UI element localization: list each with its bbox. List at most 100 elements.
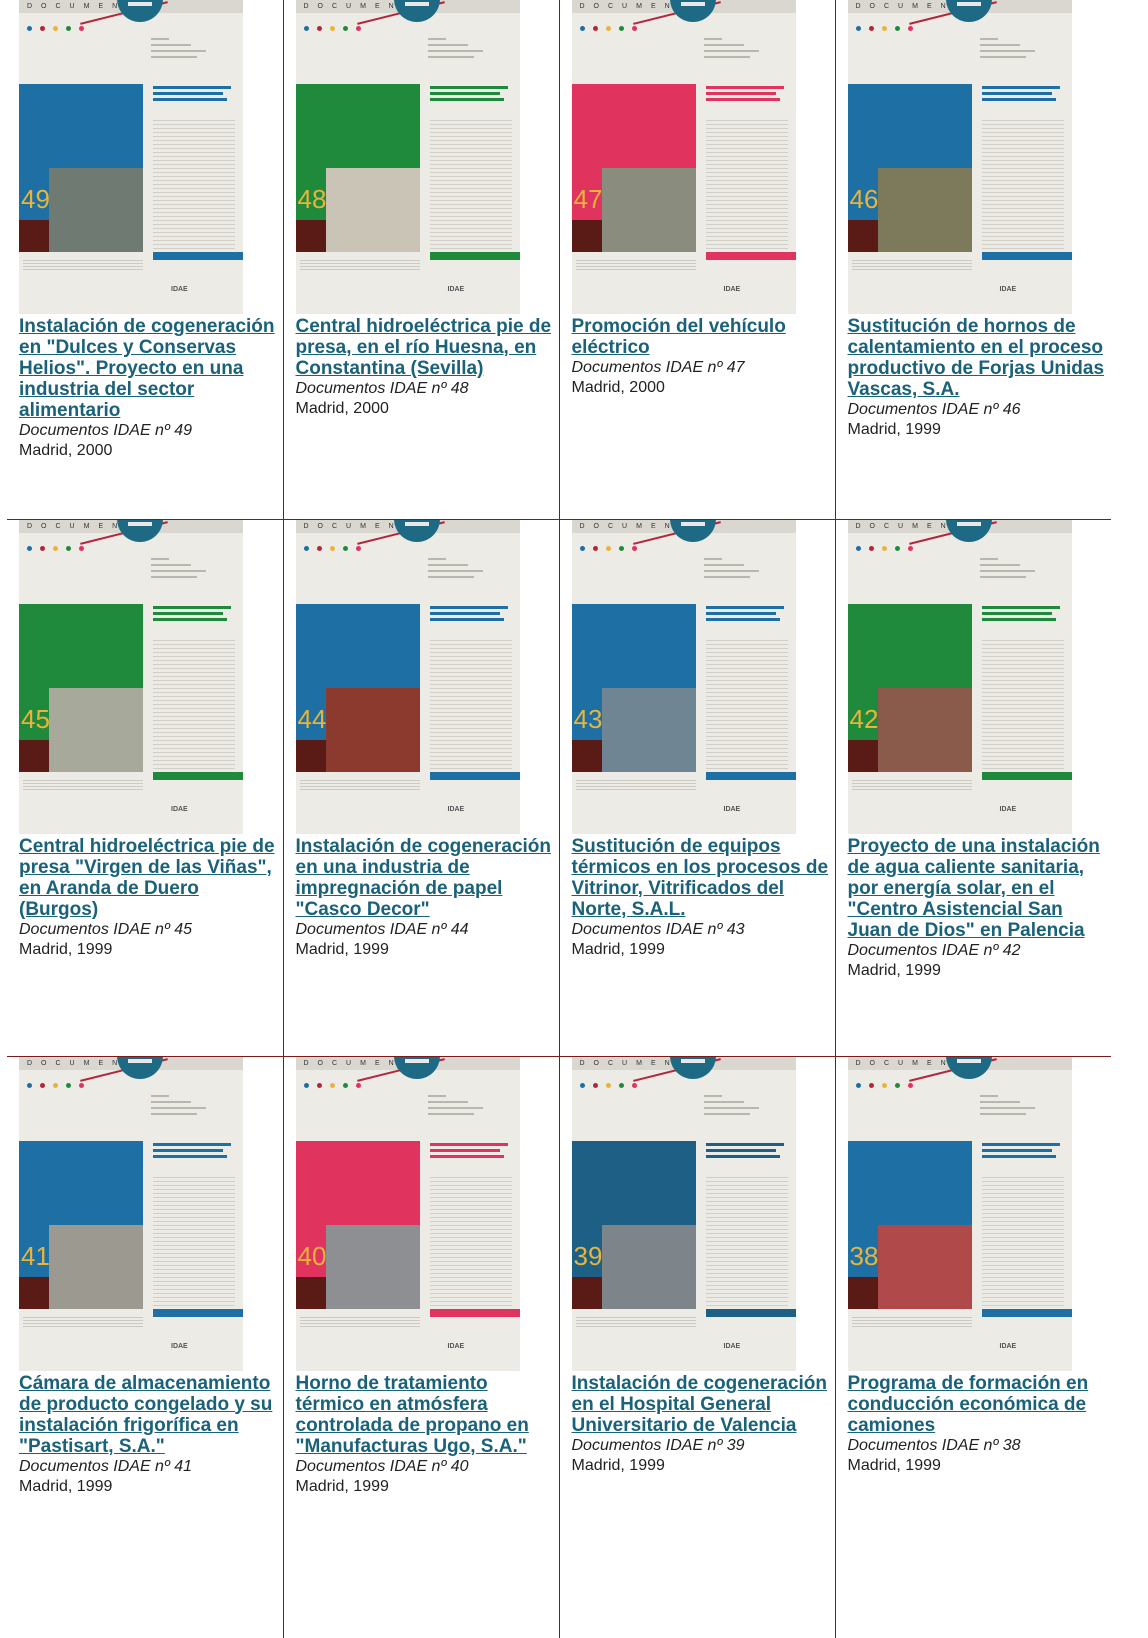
idae-logo-icon: IDAE	[447, 805, 465, 813]
cover-title-lines	[705, 1142, 786, 1161]
cover-number-panel: 45	[19, 651, 143, 772]
cover-thumbnail[interactable]: DOCUMENTOS 41 IDAE	[19, 1056, 243, 1371]
publication-title-link[interactable]: Programa de formación en conducción econ…	[848, 1373, 1110, 1436]
cover-dark-panel	[847, 220, 878, 252]
publication-info: Programa de formación en conducción econ…	[848, 1373, 1110, 1476]
grid-row: DOCUMENTOS 45 IDAE Central hidroeléctrica p…	[7, 518, 1111, 1057]
publication-title-link[interactable]: Promoción del vehículo eléctrico	[572, 316, 834, 358]
cover-dots	[579, 538, 650, 551]
cover-photo	[601, 687, 696, 772]
cover-subtitle-lines	[703, 1094, 774, 1119]
publication-title-link[interactable]: Instalación de cogeneración en "Dulces y…	[19, 316, 281, 421]
publication-place-date: Madrid, 1999	[19, 940, 113, 958]
cover-dots	[303, 18, 374, 31]
publication-title-link[interactable]: Sustitución de equipos térmicos en los p…	[572, 836, 834, 920]
cover-footer-lines	[851, 260, 972, 270]
cover-footer-lines	[575, 260, 696, 270]
publication-cell: DOCUMENTOS 41 IDAE Cámara de almacenamiento…	[7, 1055, 284, 1638]
publication-place-date: Madrid, 1999	[847, 421, 941, 438]
publication-title-link[interactable]: Proyecto de una instalación de agua cali…	[848, 836, 1110, 941]
cover-photo	[49, 168, 143, 252]
cover-color-band	[295, 603, 420, 652]
publication-cell: DOCUMENTOS 45 IDAE Central hidroeléctrica p…	[7, 518, 284, 1057]
cover-badge-icon	[669, 0, 716, 22]
publication-cell: DOCUMENTOS 47 IDAE Promoción del vehículo e…	[558, 0, 836, 520]
cover-subtitle-lines	[703, 557, 774, 582]
cover-bottom-band	[705, 252, 796, 260]
idae-logo-icon: IDAE	[999, 286, 1017, 293]
cover-footer-lines	[23, 1316, 143, 1327]
cover-body-text	[981, 1176, 1064, 1317]
cover-dark-panel	[571, 739, 602, 772]
cover-number: 41	[21, 1240, 50, 1271]
cover-dark-panel	[295, 1276, 326, 1309]
cover-number-panel: 41	[19, 1188, 143, 1309]
cover-color-band	[19, 1140, 143, 1189]
cover-dots	[303, 538, 374, 551]
cover-photo	[49, 1224, 143, 1309]
publication-place-date: Madrid, 1999	[19, 1477, 113, 1495]
publication-title-link[interactable]: Sustitución de hornos de calentamiento e…	[848, 316, 1110, 400]
cover-dark-panel	[847, 739, 878, 772]
publication-title-link[interactable]: Central hidroeléctrica pie de presa "Vir…	[19, 836, 281, 920]
cover-bottom-band	[981, 771, 1072, 780]
cover-badge-icon	[669, 519, 716, 542]
cover-subtitle-lines	[979, 1094, 1050, 1119]
cover-photo	[325, 1224, 420, 1309]
cover-color-band	[847, 1140, 972, 1189]
cover-bottom-band	[153, 771, 243, 780]
publication-title-link[interactable]: Instalación de cogeneración en el Hospit…	[572, 1373, 834, 1436]
publication-cell: DOCUMENTOS 48 IDAE Central hidroeléctrica p…	[282, 0, 560, 520]
idae-logo-icon: IDAE	[999, 805, 1017, 813]
cover-bottom-band	[429, 771, 520, 780]
cover-thumbnail[interactable]: DOCUMENTOS 43 IDAE	[571, 519, 796, 834]
cover-color-band	[19, 603, 143, 652]
cover-title-lines	[981, 86, 1062, 104]
cover-thumbnail[interactable]: DOCUMENTOS 45 IDAE	[19, 519, 243, 834]
publication-cell: DOCUMENTOS 44 IDAE Instalación de cogenerac…	[282, 518, 560, 1057]
publication-title-link[interactable]: Central hidroeléctrica pie de presa, en …	[296, 316, 558, 379]
cover-color-band	[847, 84, 972, 132]
cover-number-panel: 43	[571, 651, 696, 772]
cover-footer-lines	[299, 1316, 420, 1327]
cover-thumbnail[interactable]: DOCUMENTOS 40 IDAE	[295, 1056, 520, 1371]
cover-badge-icon	[117, 1056, 163, 1079]
publication-series: Documentos IDAE nº 46	[847, 401, 1021, 418]
cover-thumbnail[interactable]: DOCUMENTOS 46 IDAE	[847, 0, 1072, 314]
cover-footer-lines	[23, 779, 143, 790]
cover-color-band	[571, 84, 696, 132]
cover-title-lines	[429, 605, 510, 624]
publication-title-link[interactable]: Horno de tratamiento térmico en atmósfer…	[296, 1373, 558, 1457]
cover-thumbnail[interactable]: DOCUMENTOS 48 IDAE	[295, 0, 520, 314]
idae-logo-icon: IDAE	[723, 286, 741, 293]
publication-info: Horno de tratamiento térmico en atmósfer…	[296, 1373, 558, 1497]
cover-thumbnail[interactable]: DOCUMENTOS 47 IDAE	[571, 0, 796, 314]
cover-number-panel: 48	[295, 132, 420, 252]
cover-number: 43	[573, 703, 603, 734]
idae-logo-icon: IDAE	[723, 1342, 741, 1350]
cover-dots	[303, 1075, 374, 1088]
cover-photo	[601, 168, 696, 252]
cover-number-panel: 40	[295, 1188, 420, 1309]
cover-thumbnail[interactable]: DOCUMENTOS 42 IDAE	[847, 519, 1072, 834]
cover-title-lines	[705, 605, 786, 624]
publication-series: Documentos IDAE nº 38	[847, 1436, 1021, 1454]
cover-title-lines	[705, 86, 786, 104]
publication-info: Instalación de cogeneración en el Hospit…	[572, 1373, 834, 1476]
publication-title-link[interactable]: Instalación de cogeneración en una indus…	[296, 836, 558, 920]
cover-thumbnail[interactable]: DOCUMENTOS 39 IDAE	[571, 1056, 796, 1371]
cover-photo	[49, 687, 143, 772]
cover-number: 45	[21, 703, 50, 734]
cover-thumbnail[interactable]: DOCUMENTOS 49 IDAE	[19, 0, 243, 314]
cover-thumbnail[interactable]: DOCUMENTOS 44 IDAE	[295, 519, 520, 834]
cover-number: 47	[573, 184, 603, 214]
publication-series: Documentos IDAE nº 39	[571, 1436, 745, 1454]
publication-title-link[interactable]: Cámara de almacenamiento de producto con…	[19, 1373, 281, 1457]
cover-badge-icon	[393, 519, 440, 542]
cover-subtitle-lines	[979, 557, 1050, 582]
cover-thumbnail[interactable]: DOCUMENTOS 38 IDAE	[847, 1056, 1072, 1371]
cover-number-panel: 47	[571, 132, 696, 252]
publication-series: Documentos IDAE nº 45	[19, 920, 193, 938]
cover-photo	[877, 1224, 972, 1309]
publication-cell: DOCUMENTOS 49 IDAE Instalación de cogenerac…	[7, 0, 284, 520]
